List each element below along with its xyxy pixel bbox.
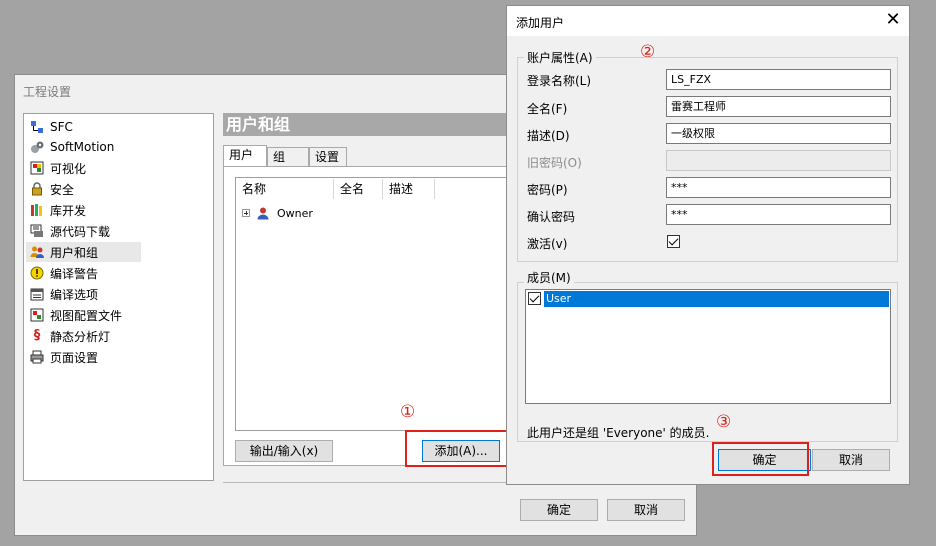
cancel-button[interactable]: 取消 — [607, 499, 685, 521]
nav-label: SoftMotion — [50, 140, 115, 154]
full-name-label: 全名(F) — [527, 102, 568, 116]
nav-label: 用户和组 — [50, 245, 99, 260]
dialog-title: 添加用户 — [516, 16, 565, 30]
column-header-description[interactable]: 描述 — [383, 179, 435, 199]
confirm-password-input[interactable]: *** — [666, 204, 891, 225]
tab-users[interactable]: 用户 — [223, 145, 267, 167]
sfc-icon — [30, 120, 44, 134]
library-icon — [30, 203, 44, 217]
old-password-label: 旧密码(O) — [527, 156, 582, 170]
account-properties-title: 账户属性(A) — [524, 49, 596, 66]
window-title: 工程设置 — [23, 85, 72, 99]
settings-category-list[interactable]: SFC SoftMotion 可视化 安全 库开发 源代码下载 用户和组 编译警… — [23, 113, 214, 481]
list-item[interactable]: User — [544, 291, 889, 307]
annotation-marker-3: ③ — [716, 412, 732, 432]
dialog-titlebar — [507, 6, 909, 36]
nav-label: 可视化 — [50, 161, 87, 176]
annotation-marker-2: ② — [640, 42, 656, 62]
users-tab-panel: 名称 全名 描述 Owner 输出/输入(x) 添加(A)... — [223, 166, 509, 466]
password-label: 密码(P) — [527, 183, 568, 197]
view-profile-icon — [30, 308, 44, 322]
static-analysis-icon: § — [33, 328, 41, 343]
softmotion-icon — [30, 140, 44, 154]
nav-label: 库开发 — [50, 203, 87, 218]
tab-groups[interactable]: 组 — [267, 147, 309, 167]
members-list[interactable]: User — [525, 289, 891, 404]
nav-item-compile-options[interactable]: 编译选项 — [26, 284, 141, 304]
user-icon — [256, 206, 270, 220]
full-name-input[interactable]: 雷赛工程师 — [666, 96, 891, 117]
column-header-fullname[interactable]: 全名 — [334, 179, 383, 199]
nav-item-page-setup[interactable]: 页面设置 — [26, 347, 141, 367]
nav-label: 源代码下载 — [50, 224, 111, 239]
members-title: 成员(M) — [524, 269, 574, 286]
warning-icon — [30, 266, 44, 280]
column-header-name[interactable]: 名称 — [236, 179, 334, 199]
ok-button[interactable]: 确定 — [520, 499, 598, 521]
user-name: Owner — [277, 206, 313, 220]
member-checkbox-user[interactable] — [528, 292, 541, 305]
nav-item-users-and-groups[interactable]: 用户和组 — [26, 242, 141, 262]
activate-label: 激活(v) — [527, 237, 568, 251]
user-list[interactable]: 名称 全名 描述 Owner — [235, 177, 509, 431]
dialog-cancel-button[interactable]: 取消 — [812, 449, 890, 471]
activate-checkbox[interactable] — [667, 235, 680, 248]
nav-item-softmotion[interactable]: SoftMotion — [26, 137, 141, 157]
nav-item-visualization[interactable]: 可视化 — [26, 158, 141, 178]
annotation-box-add — [405, 430, 508, 467]
nav-item-sfc[interactable]: SFC — [26, 117, 141, 137]
nav-item-source-download[interactable]: 源代码下载 — [26, 221, 141, 241]
nav-label: 静态分析灯 — [50, 329, 111, 344]
description-input[interactable]: 一级权限 — [666, 123, 891, 144]
nav-item-library-development[interactable]: 库开发 — [26, 200, 141, 220]
nav-item-security[interactable]: 安全 — [26, 179, 141, 199]
close-icon[interactable]: ✕ — [884, 11, 902, 29]
expand-icon[interactable] — [242, 209, 250, 217]
login-name-input[interactable]: LS_FZX — [666, 69, 891, 90]
section-title: 用户和组 — [223, 113, 508, 136]
visualization-icon — [30, 161, 44, 175]
old-password-input — [666, 150, 891, 171]
source-download-icon — [30, 224, 44, 238]
nav-label: 编译警告 — [50, 266, 99, 281]
nav-label: 安全 — [50, 182, 75, 197]
annotation-box-ok — [712, 442, 809, 476]
printer-icon — [30, 350, 44, 364]
nav-item-compile-warnings[interactable]: 编译警告 — [26, 263, 141, 283]
nav-item-view-profile[interactable]: 视图配置文件 — [26, 305, 141, 325]
table-row[interactable]: Owner — [242, 206, 313, 220]
nav-label: 页面设置 — [50, 350, 99, 365]
annotation-marker-1: ① — [400, 402, 416, 422]
export-import-button[interactable]: 输出/输入(x) — [235, 440, 333, 462]
users-icon — [30, 245, 44, 259]
nav-item-static-analysis[interactable]: § 静态分析灯 — [26, 326, 141, 346]
password-input[interactable]: *** — [666, 177, 891, 198]
nav-label: 编译选项 — [50, 287, 99, 302]
add-user-dialog: 添加用户 ✕ 账户属性(A) 登录名称(L) LS_FZX 全名(F) 雷赛工程… — [506, 5, 910, 485]
divider — [223, 482, 508, 483]
nav-label: 视图配置文件 — [50, 308, 123, 323]
everyone-note: 此用户还是组 'Everyone' 的成员. — [527, 426, 710, 440]
compile-options-icon — [30, 287, 44, 301]
login-name-label: 登录名称(L) — [527, 74, 592, 88]
nav-label: SFC — [50, 120, 73, 134]
lock-icon — [30, 182, 44, 196]
description-label: 描述(D) — [527, 129, 570, 143]
confirm-password-label: 确认密码 — [527, 210, 576, 224]
tab-settings[interactable]: 设置 — [309, 147, 347, 167]
